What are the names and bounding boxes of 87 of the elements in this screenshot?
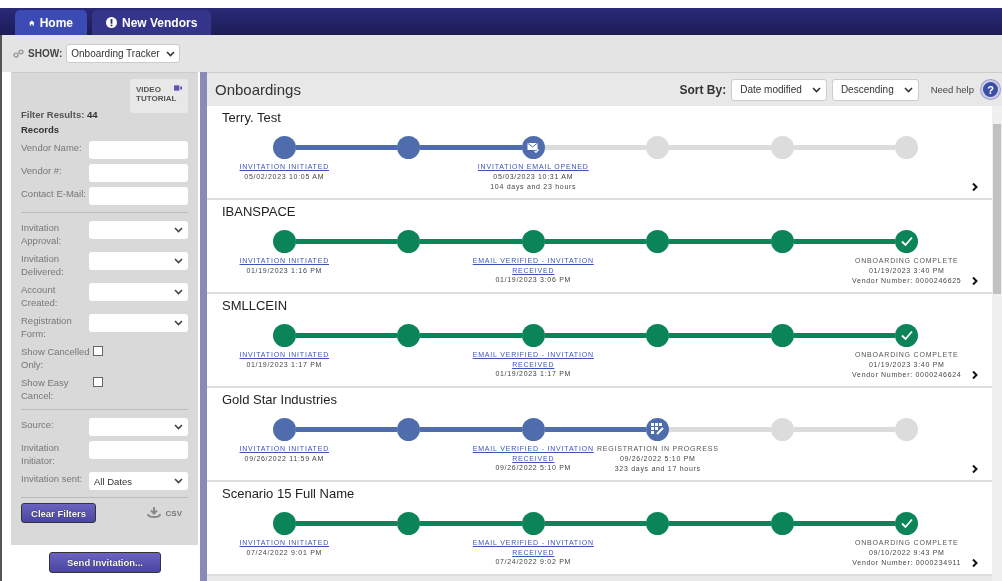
chevron-right-icon[interactable] [972,558,978,567]
chevron-icon [811,86,821,93]
filter-label: Source: [21,418,55,431]
select-field[interactable] [89,418,188,436]
check-icon [895,323,919,347]
select-field[interactable] [89,221,188,239]
chevron-icon [174,478,183,484]
exclamation-icon [106,17,117,28]
filter-label: Invitation sent: [21,472,84,485]
chevron-icon [165,50,175,57]
help-link[interactable]: Need help [930,84,974,95]
step-node [521,323,545,347]
sort-order-select[interactable]: Descending [831,78,919,101]
check-icon [895,511,919,535]
step-node [521,417,545,441]
chevron-right-icon[interactable] [972,276,978,285]
nav-tab[interactable]: Home [15,10,87,35]
form-icon [646,417,670,441]
filter-label: Show Easy Cancel: [21,376,70,402]
video-camera-icon [174,85,182,91]
chevron-right-icon[interactable] [972,370,978,379]
filter-label: Invitation Approval: [21,221,63,247]
select-field[interactable] [89,252,188,270]
chevron-right-icon[interactable] [972,464,978,473]
select-field[interactable]: All Dates [89,472,188,490]
checkbox[interactable] [93,346,103,356]
text-field[interactable] [89,441,188,459]
link-icon [13,49,24,58]
step-node [895,417,919,441]
nav-tab[interactable]: New Vendors [92,10,212,35]
chevron-icon [174,227,183,233]
section-title: Onboardings [215,81,302,98]
text-field[interactable] [89,164,188,182]
step-node [646,511,670,535]
filter-label: Account Created: [21,283,59,309]
step-node [397,417,421,441]
step-node [646,229,670,253]
checkbox[interactable] [93,377,103,387]
step-node [770,511,794,535]
chevron-icon [174,258,183,264]
vendor-name: SMLLCEIN [222,298,289,315]
step-node [646,135,670,159]
filter-label: Contact E-Mail: [21,187,87,200]
filter-label: Vendor Name: [21,141,83,154]
select-field[interactable] [89,314,188,332]
vendor-name: Scenario 15 Full Name [222,486,356,503]
step-node [770,229,794,253]
download-icon [145,506,162,520]
sort-field-select[interactable]: Date modified [731,78,827,101]
chevron-icon [174,320,183,326]
step-node [521,511,545,535]
step-node [397,135,421,159]
filter-label: Show Cancelled Only: [21,345,91,371]
help-button[interactable]: ? [981,80,1000,99]
check-icon [895,229,919,253]
step-node [770,323,794,347]
chevron-icon [174,289,183,295]
step-node [397,511,421,535]
filter-label: Vendor #: [21,164,63,177]
filter-label: Registration Form: [21,314,73,340]
text-field[interactable] [89,141,188,159]
filter-results: Filter Results: 44 Records [21,108,99,137]
sort-label: Sort By: [679,82,727,97]
view-select[interactable]: Onboarding Tracker [66,44,180,63]
send-invitation-button[interactable]: Send Invitation... [49,552,161,573]
step-node [770,135,794,159]
show-label: SHOW: [28,48,63,59]
vendor-name: Gold Star Industries [222,392,338,409]
chevron-icon [174,424,183,430]
scrollbar[interactable] [992,106,1002,581]
vendor-name: Terry. Test [222,110,282,127]
filter-label: Invitation Initiator: [21,441,61,467]
select-field[interactable] [89,283,188,301]
vendor-name: IBANSPACE [222,204,297,221]
email-icon [521,135,545,159]
clear-filters-button[interactable]: Clear Filters [21,503,96,523]
video-tutorial-button[interactable]: VIDEO TUTORIAL [130,79,188,113]
step-node [895,135,919,159]
step-node [770,417,794,441]
step-node [646,323,670,347]
chevron-icon [903,86,913,93]
filter-label: Invitation Delivered: [21,252,65,278]
chevron-right-icon[interactable] [972,182,978,191]
step-node [397,229,421,253]
text-field[interactable] [89,187,188,205]
step-node [397,323,421,347]
step-node [521,229,545,253]
